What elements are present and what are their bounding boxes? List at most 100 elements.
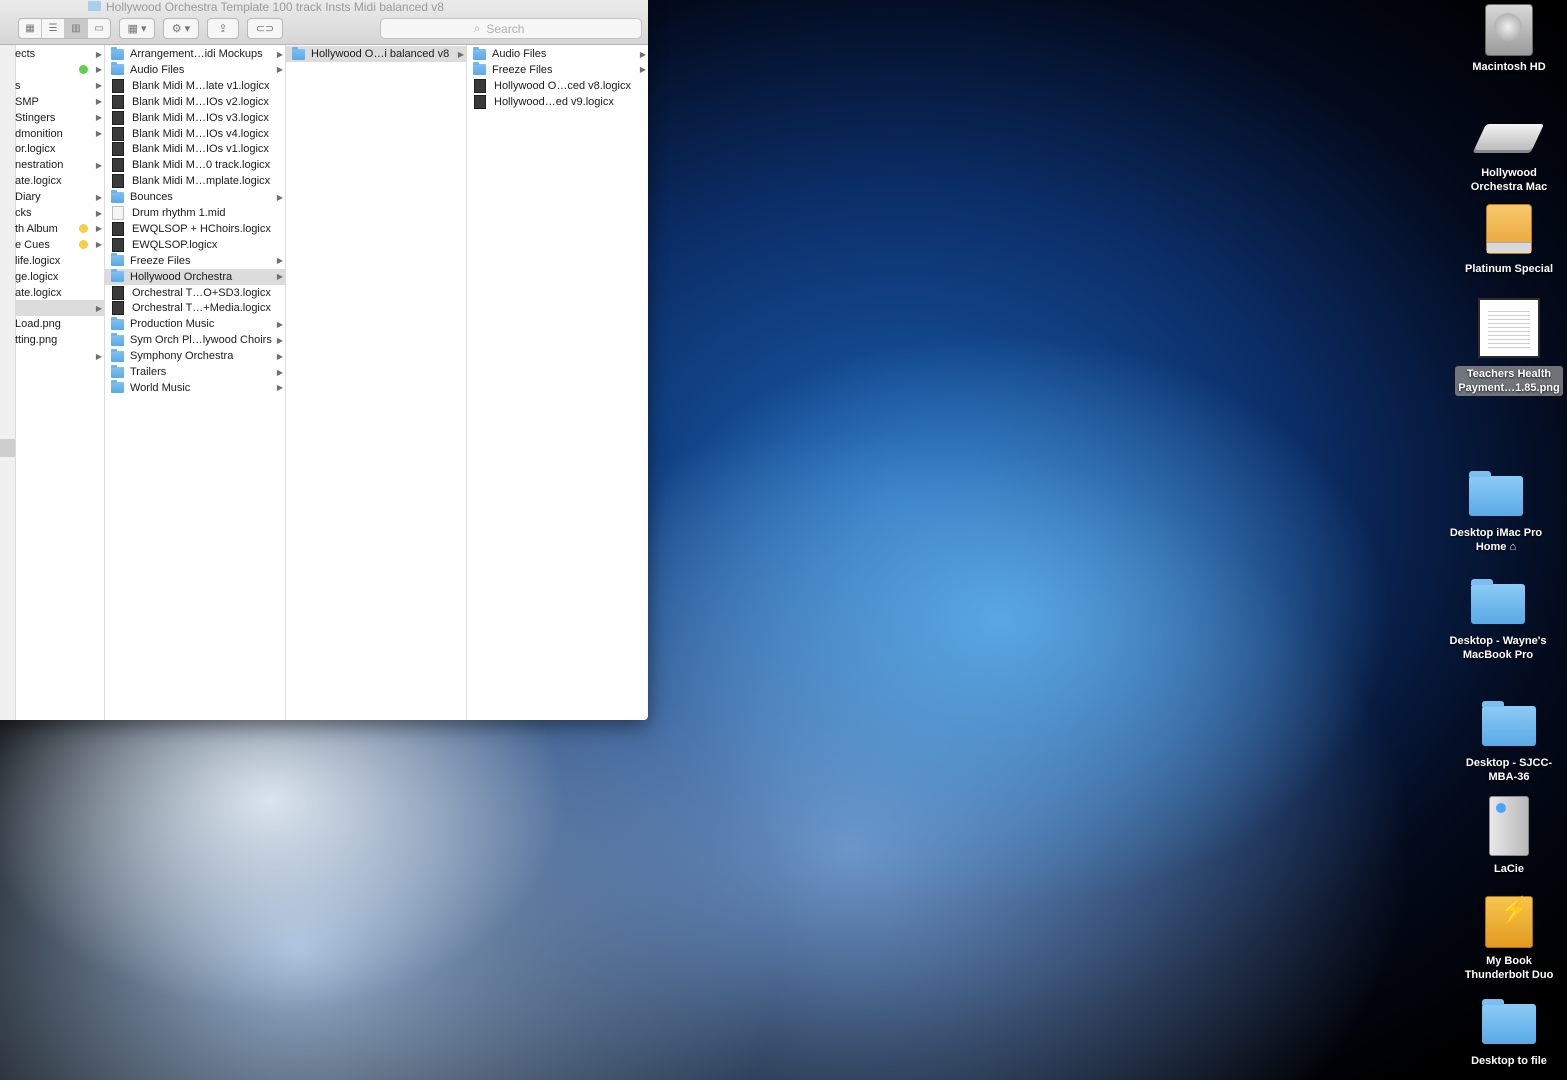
disclosure-arrow-icon: ▶: [95, 113, 103, 123]
list-item[interactable]: Blank Midi M…IOs v2.logicx: [105, 94, 285, 110]
list-item[interactable]: ge.logicx: [15, 269, 104, 285]
list-item[interactable]: ▶: [15, 300, 104, 317]
cover-flow-button[interactable]: ▭: [88, 19, 110, 38]
search-field[interactable]: ⌕: [380, 18, 642, 39]
logic-project-icon: [112, 174, 124, 189]
list-item[interactable]: Trailers ▶: [105, 364, 285, 380]
share-button[interactable]: ⇪: [207, 18, 239, 39]
list-item[interactable]: Hollywood O…ced v8.logicx: [467, 78, 648, 94]
list-item[interactable]: Blank Midi M…IOs v3.logicx: [105, 110, 285, 126]
list-item-label: EWQLSOP.logicx: [132, 238, 218, 251]
list-item[interactable]: dmonition ▶: [15, 126, 104, 142]
disclosure-arrow-icon: ▶: [276, 65, 284, 75]
list-item-label: ate.logicx: [15, 286, 62, 299]
desktop-label: Hollywood Orchestra Mac: [1470, 167, 1548, 193]
list-item[interactable]: Blank Midi M…0 track.logicx: [105, 157, 285, 173]
list-item[interactable]: Arrangement…idi Mockups ▶: [105, 46, 285, 62]
logic-project-icon: [474, 78, 486, 93]
list-item[interactable]: Production Music ▶: [105, 316, 285, 332]
desktop-item-hollywood-mac[interactable]: Hollywood Orchestra Mac: [1452, 108, 1566, 194]
list-item-label: Hollywood Orchestra: [130, 270, 233, 283]
list-item[interactable]: cks ▶: [15, 205, 104, 221]
desktop-item-imac-home[interactable]: Desktop iMac Pro Home ⌂: [1440, 471, 1552, 554]
desktop-item-my-book[interactable]: My Book Thunderbolt Duo: [1454, 896, 1564, 982]
search-input[interactable]: [484, 20, 549, 37]
list-item[interactable]: Stingers ▶: [15, 110, 104, 126]
list-item[interactable]: ate.logicx: [15, 285, 104, 301]
list-item[interactable]: Audio Files ▶: [105, 62, 285, 78]
list-item[interactable]: life.logicx: [15, 253, 104, 269]
list-view-button[interactable]: ☰: [42, 19, 65, 38]
list-item[interactable]: Sym Orch Pl…lywood Choirs ▶: [105, 332, 285, 348]
toolbar: ▦ ☰ ▥ ▭ ▦ ▾ ⚙ ▾ ⇪ ⊂⊃: [18, 18, 291, 39]
list-item[interactable]: e Cues ▶: [15, 237, 104, 253]
list-item[interactable]: th Album ▶: [15, 221, 104, 237]
list-item-label: cks: [15, 207, 32, 219]
list-item[interactable]: Audio Files ▶: [467, 46, 648, 62]
disclosure-arrow-icon: ▶: [276, 351, 284, 361]
list-item[interactable]: Drum rhythm 1.mid: [105, 205, 285, 221]
list-item[interactable]: EWQLSOP.logicx: [105, 237, 285, 253]
list-item[interactable]: Diary ▶: [15, 189, 104, 205]
column-view-button[interactable]: ▥: [65, 19, 88, 38]
list-item[interactable]: ▶: [15, 62, 104, 78]
list-item-label: Blank Midi M…IOs v3.logicx: [132, 111, 269, 124]
desktop-label: Macintosh HD: [1472, 61, 1546, 73]
folder-icon: [111, 62, 124, 76]
list-item[interactable]: Hollywood O…i balanced v8 ▶: [286, 46, 466, 62]
list-item[interactable]: Orchestral T…+Media.logicx: [105, 300, 285, 316]
list-item[interactable]: ▶: [15, 348, 104, 364]
disclosure-arrow-icon: ▶: [276, 192, 284, 202]
list-item-label: World Music: [130, 381, 191, 394]
list-item-label: ate.logicx: [15, 175, 62, 188]
window-title-text: Hollywood Orchestra Template 100 track I…: [106, 0, 444, 14]
desktop-item-desktop-to-file[interactable]: Desktop to file: [1454, 999, 1564, 1068]
icon-view-button[interactable]: ▦: [19, 19, 42, 38]
list-item[interactable]: Orchestral T…O+SD3.logicx: [105, 285, 285, 301]
list-item[interactable]: Bounces ▶: [105, 189, 285, 205]
list-item[interactable]: Freeze Files ▶: [105, 253, 285, 269]
list-item[interactable]: Freeze Files ▶: [467, 62, 648, 78]
desktop-item-platinum-special[interactable]: Platinum Special: [1452, 204, 1566, 276]
desktop-item-teachers-health[interactable]: Teachers Health Payment…1.85.png: [1452, 298, 1566, 396]
folder-icon: [111, 332, 124, 346]
list-item-label: Hollywood O…i balanced v8: [311, 48, 450, 60]
action-gear-button[interactable]: ⚙ ▾: [163, 18, 199, 39]
list-item[interactable]: Symphony Orchestra ▶: [105, 348, 285, 364]
list-item[interactable]: nestration ▶: [15, 157, 104, 173]
lacie-drive-icon: [1489, 796, 1529, 856]
sidebar-selected: [0, 439, 15, 457]
disclosure-arrow-icon: ▶: [639, 49, 647, 59]
arrange-button[interactable]: ▦ ▾: [119, 18, 155, 39]
list-item[interactable]: or.logicx: [15, 141, 104, 157]
list-item[interactable]: ects ▶: [15, 46, 104, 62]
folder-icon: [88, 1, 101, 11]
list-item[interactable]: Blank Midi M…IOs v1.logicx: [105, 141, 285, 157]
list-item[interactable]: Blank Midi M…late v1.logicx: [105, 78, 285, 94]
disclosure-arrow-icon: ▶: [95, 192, 103, 202]
list-item-label: Blank Midi M…IOs v4.logicx: [132, 127, 269, 140]
list-item[interactable]: Hollywood Orchestra ▶: [105, 268, 285, 285]
desktop-item-waynes-macbook[interactable]: Desktop - Wayne's MacBook Pro: [1440, 579, 1556, 662]
list-item[interactable]: Load.png: [15, 316, 104, 332]
desktop-label: LaCie: [1494, 863, 1524, 875]
list-item-label: ects: [15, 48, 36, 60]
list-item[interactable]: tting.png: [15, 332, 104, 348]
list-item-label: Hollywood…ed v9.logicx: [494, 95, 614, 108]
tags-button[interactable]: ⊂⊃: [247, 18, 283, 39]
list-item[interactable]: World Music ▶: [105, 380, 285, 396]
list-item[interactable]: Blank Midi M…mplate.logicx: [105, 173, 285, 189]
desktop-item-lacie[interactable]: LaCie: [1458, 796, 1560, 876]
list-item[interactable]: EWQLSOP + HChoirs.logicx: [105, 221, 285, 237]
window-titlebar[interactable]: Hollywood Orchestra Template 100 track I…: [0, 0, 648, 45]
desktop-item-sjcc[interactable]: Desktop - SJCC- MBA-36: [1454, 701, 1564, 784]
desktop-item-macintosh-hd[interactable]: Macintosh HD: [1458, 4, 1560, 74]
list-item[interactable]: ate.logicx: [15, 173, 104, 189]
column-2: Arrangement…idi Mockups ▶ Audio Files ▶ Blan…: [105, 45, 286, 720]
list-item[interactable]: Hollywood…ed v9.logicx: [467, 94, 648, 110]
list-item[interactable]: SMP ▶: [15, 94, 104, 110]
folder-icon: [473, 46, 486, 60]
folder-icon: [111, 348, 124, 362]
list-item[interactable]: Blank Midi M…IOs v4.logicx: [105, 126, 285, 142]
list-item[interactable]: s ▶: [15, 78, 104, 94]
